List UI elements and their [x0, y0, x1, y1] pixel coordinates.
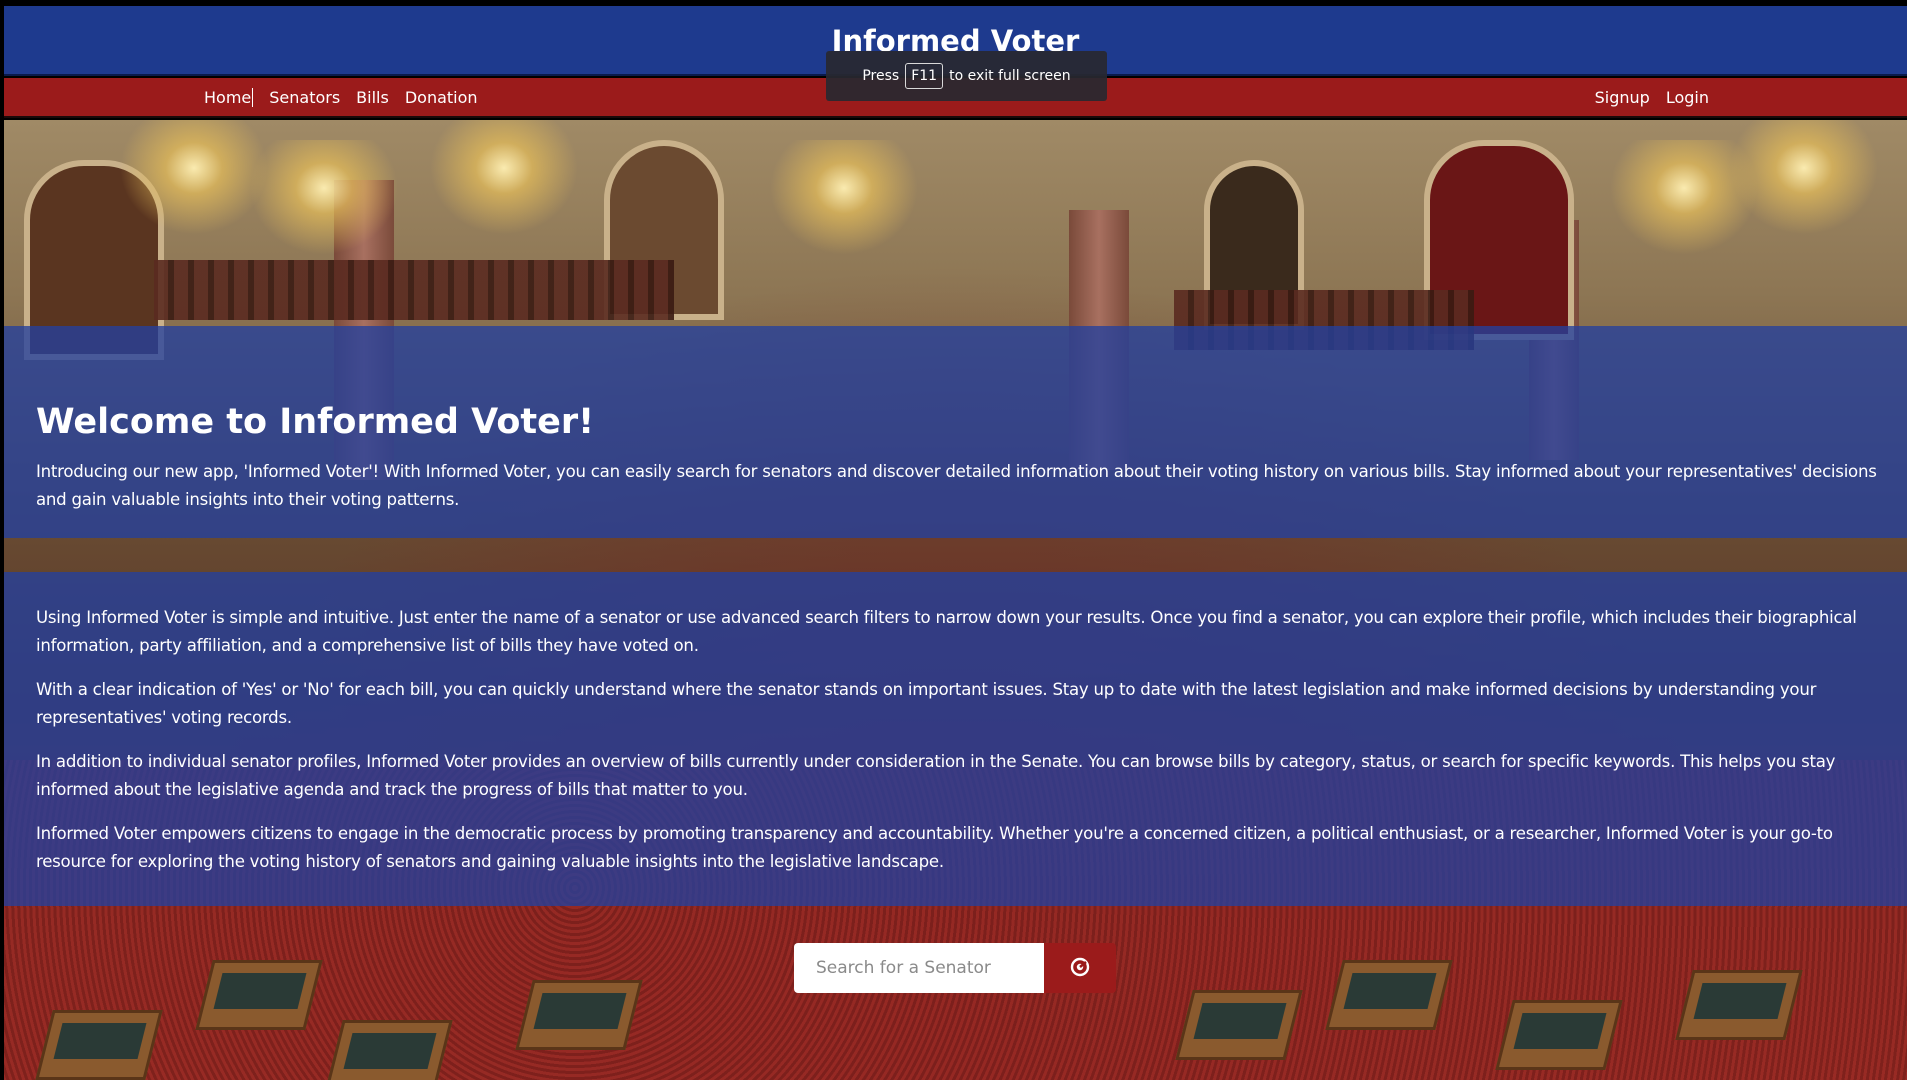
- fullscreen-toast: Press F11 to exit full screen: [826, 51, 1107, 101]
- search-icon: [1069, 956, 1091, 981]
- chandelier: [244, 140, 404, 260]
- senate-desk: [515, 980, 643, 1050]
- toast-key: F11: [905, 63, 944, 89]
- search-button[interactable]: [1044, 943, 1116, 993]
- senate-desk: [1495, 1000, 1623, 1070]
- nav-login[interactable]: Login: [1666, 88, 1709, 107]
- details-panel: Using Informed Voter is simple and intui…: [4, 572, 1907, 906]
- nav-senators[interactable]: Senators: [269, 88, 340, 107]
- nav-signup[interactable]: Signup: [1595, 88, 1650, 107]
- senate-desk: [1175, 990, 1303, 1060]
- detail-paragraph: In addition to individual senator profil…: [36, 752, 1836, 799]
- welcome-heading: Welcome to Informed Voter!: [36, 402, 595, 442]
- page: Informed Voter Home Senators Bills Donat…: [4, 6, 1907, 1080]
- toast-suffix: to exit full screen: [949, 68, 1071, 84]
- chandelier: [424, 120, 584, 240]
- search-input[interactable]: [794, 943, 1044, 993]
- gallery-seats: [154, 260, 674, 320]
- nav-donation[interactable]: Donation: [405, 88, 478, 107]
- welcome-panel: Welcome to Informed Voter! Introducing o…: [4, 326, 1907, 538]
- toast-prefix: Press: [862, 68, 900, 84]
- nav-left: Home Senators Bills Donation: [204, 88, 478, 107]
- senate-desk: [35, 1010, 163, 1080]
- senate-desk: [195, 960, 323, 1030]
- senate-desk: [1325, 960, 1453, 1030]
- detail-paragraph: With a clear indication of 'Yes' or 'No'…: [36, 680, 1817, 727]
- detail-paragraph: Informed Voter empowers citizens to enga…: [36, 824, 1833, 871]
- detail-paragraph: Using Informed Voter is simple and intui…: [36, 608, 1857, 655]
- senator-search: [794, 943, 1116, 993]
- senate-desk: [1675, 970, 1803, 1040]
- nav-right: Signup Login: [1595, 88, 1709, 107]
- senate-desk: [325, 1020, 453, 1080]
- chandelier: [1724, 120, 1884, 240]
- nav-bills[interactable]: Bills: [356, 88, 389, 107]
- nav-home[interactable]: Home: [204, 88, 254, 107]
- chandelier: [764, 140, 924, 260]
- intro-paragraph: Introducing our new app, 'Informed Voter…: [36, 462, 1877, 509]
